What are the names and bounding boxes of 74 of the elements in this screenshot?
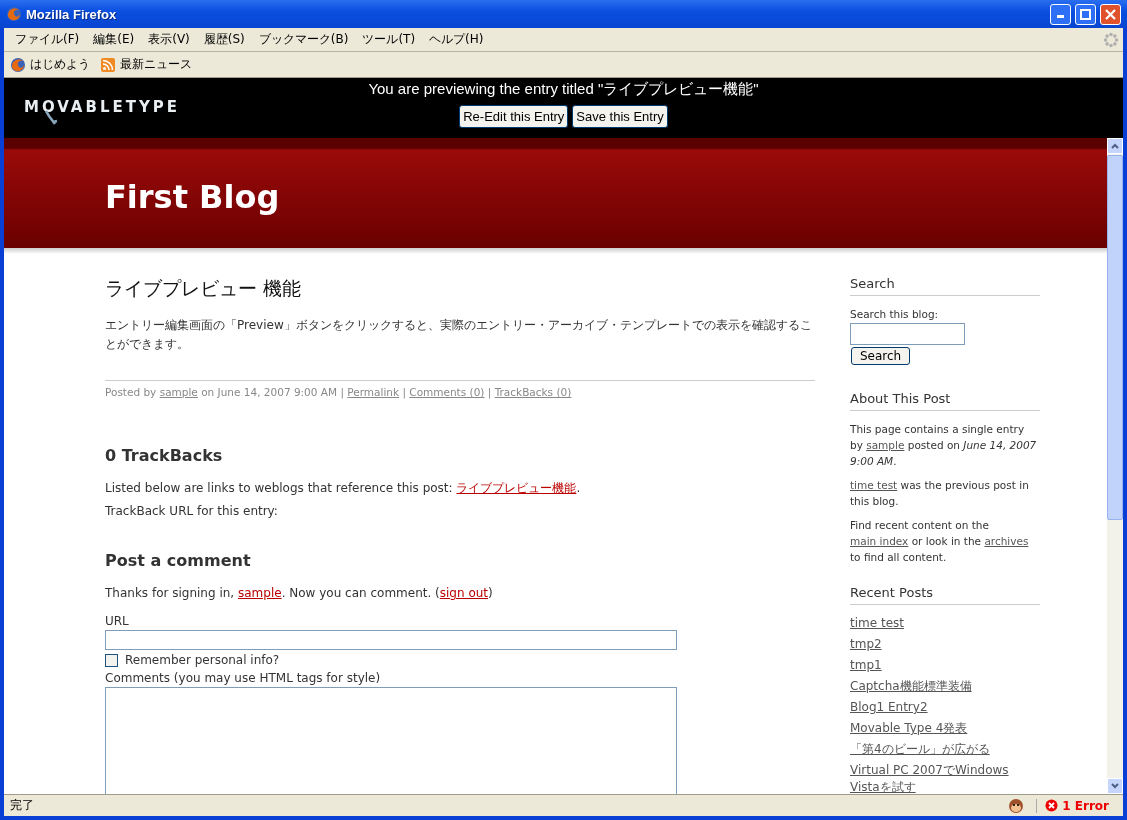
search-label: Search this blog: <box>850 307 940 322</box>
sidebar-heading: About This Post <box>850 391 1040 411</box>
signin-text: Thanks for signing in, sample. Now you can comment. (sign out) <box>105 585 494 602</box>
recent-post-link[interactable]: Virtual PC 2007でWindows Vistaを試す <box>850 762 1040 794</box>
about-text: Find recent content on the main index or look in the archives to find all content. <box>850 518 1030 565</box>
bookmark[interactable]: はじめよう <box>10 56 90 73</box>
about-text: time test was the previous post in this blog. <box>850 478 1030 509</box>
recent-post-link[interactable]: tmp2 <box>850 636 1040 653</box>
entry-button[interactable]: Save this Entry <box>572 105 668 128</box>
close-icon <box>1105 8 1116 20</box>
url-input[interactable] <box>105 630 677 650</box>
trackbacks-heading: 0 TrackBacks <box>105 446 224 465</box>
recent-post-link[interactable]: 「第4のビール」が広がる <box>850 741 1040 758</box>
close-button[interactable] <box>1100 3 1121 25</box>
entry-title: ライブプレビュー 機能 <box>105 276 303 301</box>
trackbacks-text: Listed below are links to weblogs that reference this post: ライブプレビュー機能. <box>105 480 582 497</box>
url-label: URL <box>105 613 130 630</box>
recent-post-link[interactable]: tmp1 <box>850 657 1040 674</box>
sidebar-heading: Search <box>850 276 1040 296</box>
comments-label: Comments (you may use HTML tags for style) <box>105 670 382 687</box>
feed-icon <box>100 56 116 73</box>
recent-post-link[interactable]: Blog1 Entry2 <box>850 699 1040 716</box>
text-link[interactable]: main index <box>850 535 909 547</box>
text-link[interactable]: archives <box>984 535 1029 547</box>
menu-item[interactable]: ヘルプ(H) <box>422 31 491 48</box>
text-link[interactable]: time test <box>850 479 898 491</box>
recent-post-link[interactable]: Captcha機能標準装備 <box>850 678 1040 695</box>
text-link[interactable]: sample <box>238 586 282 600</box>
scrollbar[interactable] <box>1107 138 1123 794</box>
menu-item[interactable]: ファイル(F) <box>8 31 87 48</box>
menu-item[interactable]: 編集(E) <box>86 31 142 48</box>
throbber-icon <box>1103 31 1119 48</box>
bookmark[interactable]: 最新ニュース <box>100 56 192 73</box>
text-link[interactable]: sample <box>866 439 905 451</box>
globe-fox-icon <box>10 56 26 73</box>
maximize-icon <box>1080 8 1091 20</box>
menu-item[interactable]: 表示(V) <box>141 31 197 48</box>
preview-message: You are previewing the entry titled "ライブプレビュー機能" <box>368 80 759 99</box>
search-button[interactable]: Search <box>851 347 911 365</box>
logo: MOVABLETYPE <box>24 98 181 116</box>
wrench-icon <box>44 110 58 126</box>
blog-title: First Blog <box>105 178 280 216</box>
menu-item[interactable]: ブックマーク(B) <box>251 31 356 48</box>
recent-post-link[interactable]: Movable Type 4発表 <box>850 720 1040 737</box>
remember-label: Remember personal info? <box>125 653 280 667</box>
status-text: 完了 <box>9 797 35 814</box>
error-count[interactable]: 1 Error <box>1036 798 1123 813</box>
menu-item[interactable]: 履歴(S) <box>196 31 252 48</box>
comments-input[interactable] <box>105 687 677 794</box>
text-link[interactable]: Comments (0) <box>409 386 485 398</box>
recent-post-link[interactable]: time test <box>850 615 1040 632</box>
entry-body: エントリー編集画面の「Preview」ボタンをクリックすると、実際のエントリー・アーカイブ・テンプレートでの表示を確認することができます。 <box>105 317 813 353</box>
entry-meta: Posted by sample on June 14, 2007 9:00 AM | Permalink | Comments (0) | TrackBacks (0) <box>105 380 815 398</box>
maximize-button[interactable] <box>1075 3 1096 25</box>
sidebar-heading: Recent Posts <box>850 585 1040 605</box>
search-input[interactable] <box>850 323 965 345</box>
monkey-face-icon <box>1008 797 1025 814</box>
scroll-up-icon[interactable] <box>1107 138 1123 154</box>
entry-button[interactable]: Re-Edit this Entry <box>459 105 569 128</box>
remember-checkbox[interactable] <box>105 653 118 667</box>
text-link[interactable]: Permalink <box>347 386 400 398</box>
text-link[interactable]: sample <box>159 386 198 398</box>
globe-fox-icon <box>6 6 22 22</box>
menu-item[interactable]: ツール(T) <box>355 31 423 48</box>
text-link[interactable]: TrackBacks (0) <box>494 386 572 398</box>
trackbacks-text: TrackBack URL for this entry: <box>105 503 279 520</box>
scroll-thumb[interactable] <box>1107 155 1123 520</box>
about-text: This page contains a single entry by sample posted on June 14, 2007 9:00 AM. <box>850 422 1038 469</box>
error-icon <box>1045 799 1059 812</box>
text-link[interactable]: sign out <box>439 586 489 600</box>
scroll-down-icon[interactable] <box>1107 778 1123 794</box>
window-title: Mozilla Firefox <box>26 6 118 22</box>
comment-heading: Post a comment <box>105 551 252 570</box>
minimize-button[interactable] <box>1050 3 1071 25</box>
